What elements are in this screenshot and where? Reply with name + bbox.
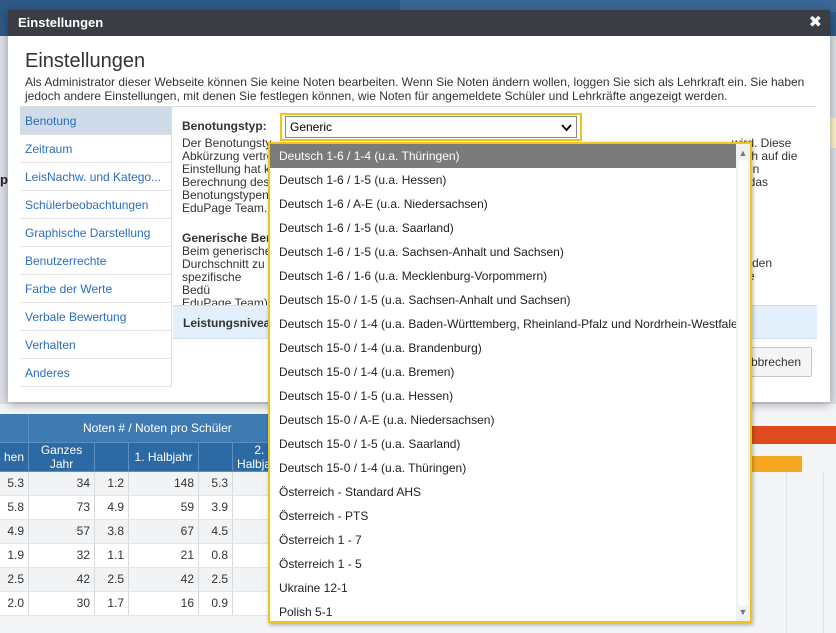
table-cell: 42: [28, 567, 96, 592]
table-cell: 59: [128, 495, 200, 520]
dropdown-option[interactable]: Deutsch 1-6 / 1-4 (u.a. Thüringen): [270, 144, 736, 168]
sidebar-item[interactable]: Farbe der Werte: [20, 275, 171, 303]
dialog-titlebar: Einstellungen ✖: [8, 10, 830, 36]
scrollbar-thumb[interactable]: [738, 160, 748, 606]
table-cell: 2.5: [0, 567, 30, 592]
table-cell: 1.1: [94, 543, 130, 568]
dropdown-option[interactable]: Deutsch 15-0 / 1-5 (u.a. Saarland): [270, 432, 736, 456]
generic-grading-title: Generische Ber: [182, 231, 271, 245]
close-icon[interactable]: ✖: [809, 10, 822, 36]
dialog-title: Einstellungen: [18, 15, 104, 30]
sidebar-item[interactable]: Benotung: [20, 107, 171, 135]
table-cell: 0.8: [198, 543, 234, 568]
table-cell: 5.3: [198, 471, 234, 496]
page-side-heading: p: [0, 172, 8, 187]
table-column-header: [94, 442, 130, 472]
grading-type-dropdown[interactable]: Deutsch 1-6 / 1-4 (u.a. Thüringen) Deutsc…: [268, 142, 752, 623]
table-cell: 57: [28, 519, 96, 544]
table-cell: 16: [128, 591, 200, 616]
dropdown-option[interactable]: Deutsch 1-6 / 1-5 (u.a. Hessen): [270, 168, 736, 192]
dropdown-option[interactable]: Österreich - Standard AHS: [270, 480, 736, 504]
settings-sidebar: Benotung Zeitraum LeisNachw. und Katego...…: [20, 107, 171, 387]
table-cell: 5.3: [0, 471, 30, 496]
sidebar-item[interactable]: Graphische Darstellung: [20, 219, 171, 247]
table-cell: 34: [28, 471, 96, 496]
sidebar-item[interactable]: LeisNachw. und Katego...: [20, 163, 171, 191]
table-cell: 1.7: [94, 591, 130, 616]
dropdown-scrollbar[interactable]: ▲ ▼: [736, 144, 750, 621]
scroll-down-icon[interactable]: ▼: [736, 605, 750, 619]
dropdown-option[interactable]: Deutsch 1-6 / 1-6 (u.a. Mecklenburg-Vorp…: [270, 264, 736, 288]
dropdown-option[interactable]: Deutsch 1-6 / A-E (u.a. Niedersachsen): [270, 192, 736, 216]
table-cell: 148: [128, 471, 200, 496]
dropdown-option[interactable]: Deutsch 15-0 / 1-4 (u.a. Thüringen): [270, 456, 736, 480]
table-cell: 2.5: [94, 567, 130, 592]
table-header-notes: Noten # / Noten pro Schüler: [28, 414, 287, 443]
table-column-header: hen: [0, 442, 30, 472]
table-cell: 67: [128, 519, 200, 544]
sidebar-item[interactable]: Benutzerrechte: [20, 247, 171, 275]
chart-bar: [750, 456, 802, 472]
table-cell: 4.5: [198, 519, 234, 544]
table-cell: 3.9: [198, 495, 234, 520]
generic-grading-text: Beim generische Durchschnitt zu spezifisch…: [182, 245, 272, 310]
dialog-description: Als Administrator dieser Webseite können…: [25, 75, 805, 103]
dropdown-option[interactable]: Deutsch 15-0 / 1-5 (u.a. Hessen): [270, 384, 736, 408]
table-cell: 30: [28, 591, 96, 616]
sidebar-item[interactable]: Verhalten: [20, 331, 171, 359]
table-cell: 0.9: [198, 591, 234, 616]
chart-bar: [750, 426, 836, 444]
dropdown-option[interactable]: Deutsch 15-0 / 1-4 (u.a. Bremen): [270, 360, 736, 384]
dropdown-option[interactable]: Österreich - PTS: [270, 504, 736, 528]
dropdown-option[interactable]: Deutsch 1-6 / 1-5 (u.a. Saarland): [270, 216, 736, 240]
dropdown-option[interactable]: Österreich 1 - 5: [270, 552, 736, 576]
dropdown-option[interactable]: Deutsch 15-0 / 1-4 (u.a. Brandenburg): [270, 336, 736, 360]
table-cell: 5.8: [0, 495, 30, 520]
table-cell: 1.2: [94, 471, 130, 496]
dropdown-option[interactable]: Deutsch 15-0 / 1-4 (u.a. Baden-Württembe…: [270, 312, 736, 336]
sidebar-item[interactable]: Verbale Bewertung: [20, 303, 171, 331]
table-column-header: 1. Halbjahr: [128, 442, 200, 472]
grading-type-row: Benotungstyp: Generic: [182, 113, 582, 141]
dropdown-option[interactable]: Deutsch 15-0 / A-E (u.a. Niedersachsen): [270, 408, 736, 432]
table-cell: 21: [128, 543, 200, 568]
table-cell: 1.9: [0, 543, 30, 568]
text-line: spezifische Bedü: [182, 270, 242, 297]
grading-type-value: Generic: [290, 120, 333, 134]
dropdown-option[interactable]: Deutsch 1-6 / 1-5 (u.a. Sachsen-Anhalt u…: [270, 240, 736, 264]
performance-level-label: Leistungsniveau: [183, 316, 278, 330]
grading-type-label: Benotungstyp:: [182, 119, 267, 133]
table-cell: 42: [128, 567, 200, 592]
dropdown-option[interactable]: Deutsch 15-0 / 1-5 (u.a. Sachsen-Anhalt …: [270, 288, 736, 312]
sidebar-item[interactable]: Schülerbeobachtungen: [20, 191, 171, 219]
table-cell: 32: [28, 543, 96, 568]
dropdown-option[interactable]: Ukraine 12-1: [270, 576, 736, 600]
page-title: Einstellungen: [25, 50, 146, 72]
table-column-header: [198, 442, 234, 472]
sidebar-item[interactable]: Zeitraum: [20, 135, 171, 163]
dropdown-options: Deutsch 1-6 / 1-4 (u.a. Thüringen) Deutsc…: [270, 144, 736, 621]
table-cell: 73: [28, 495, 96, 520]
dropdown-option[interactable]: Polish 5-1: [270, 600, 736, 621]
table-cell: 2.0: [0, 591, 30, 616]
chart-grid: [750, 472, 836, 633]
table-cell: 4.9: [94, 495, 130, 520]
scroll-up-icon[interactable]: ▲: [736, 146, 750, 160]
table-cell: 4.9: [0, 519, 30, 544]
table-cell: 2.5: [198, 567, 234, 592]
table-cell: 3.8: [94, 519, 130, 544]
dropdown-option[interactable]: Österreich 1 - 7: [270, 528, 736, 552]
sidebar-item[interactable]: Anderes: [20, 359, 171, 387]
table-column-header: Ganzes Jahr: [28, 442, 96, 472]
